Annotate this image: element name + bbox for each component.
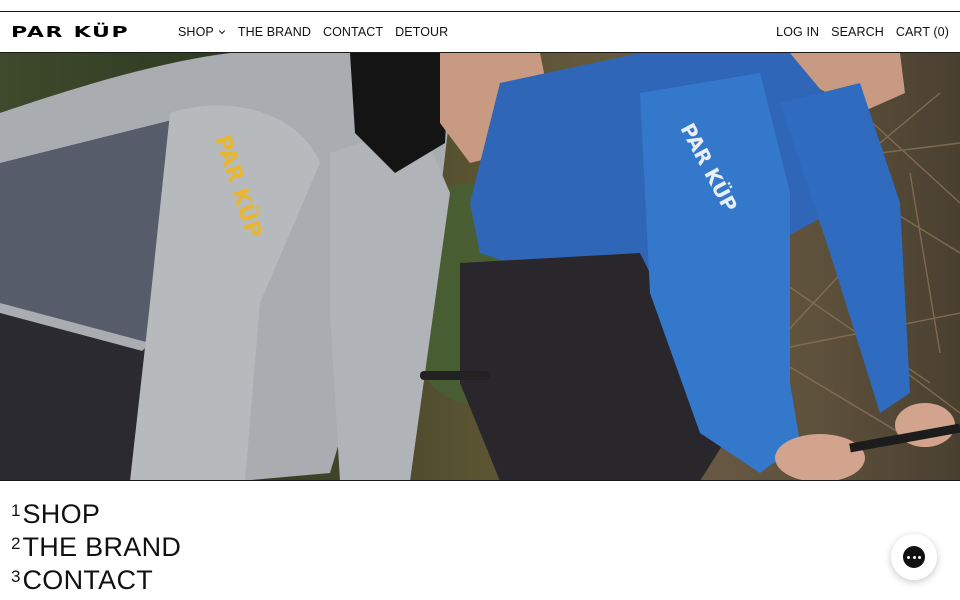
primary-nav: SHOP THE BRAND CONTACT DETOUR [178, 25, 460, 39]
site-header: PAR KÜP SHOP THE BRAND CONTACT DETOUR LO… [0, 11, 960, 53]
menu-index: 1 [11, 501, 21, 520]
chevron-down-icon [218, 30, 225, 35]
nav-log-in[interactable]: LOG IN [776, 25, 819, 39]
menu-index: 3 [11, 567, 21, 586]
nav-shop-label: SHOP [178, 25, 214, 39]
chat-button[interactable] [891, 534, 937, 580]
nav-shop[interactable]: SHOP [178, 25, 226, 39]
nav-detour[interactable]: DETOUR [395, 25, 448, 39]
menu-label: THE BRAND [22, 532, 182, 562]
nav-cart[interactable]: CART (0) [896, 25, 949, 39]
nav-the-brand[interactable]: THE BRAND [238, 25, 311, 39]
footer-menu-shop[interactable]: 1 SHOP [11, 498, 181, 531]
menu-label: CONTACT [22, 565, 154, 595]
chat-bubble-icon [903, 546, 925, 568]
brand-logo[interactable]: PAR KÜP [11, 23, 170, 40]
account-nav: LOG IN SEARCH CART (0) [764, 25, 949, 39]
footer-menu-the-brand[interactable]: 2 THE BRAND [11, 531, 181, 564]
nav-contact[interactable]: CONTACT [323, 25, 383, 39]
hero-image: PAR KÜP PAR KÜP [0, 53, 960, 481]
menu-index: 2 [11, 534, 21, 553]
hero-photo-cyclists: PAR KÜP PAR KÜP [0, 53, 960, 480]
footer-menu: 1 SHOP 2 THE BRAND 3 CONTACT [11, 498, 181, 597]
nav-search[interactable]: SEARCH [831, 25, 884, 39]
footer-menu-contact[interactable]: 3 CONTACT [11, 564, 181, 597]
menu-label: SHOP [22, 499, 101, 529]
